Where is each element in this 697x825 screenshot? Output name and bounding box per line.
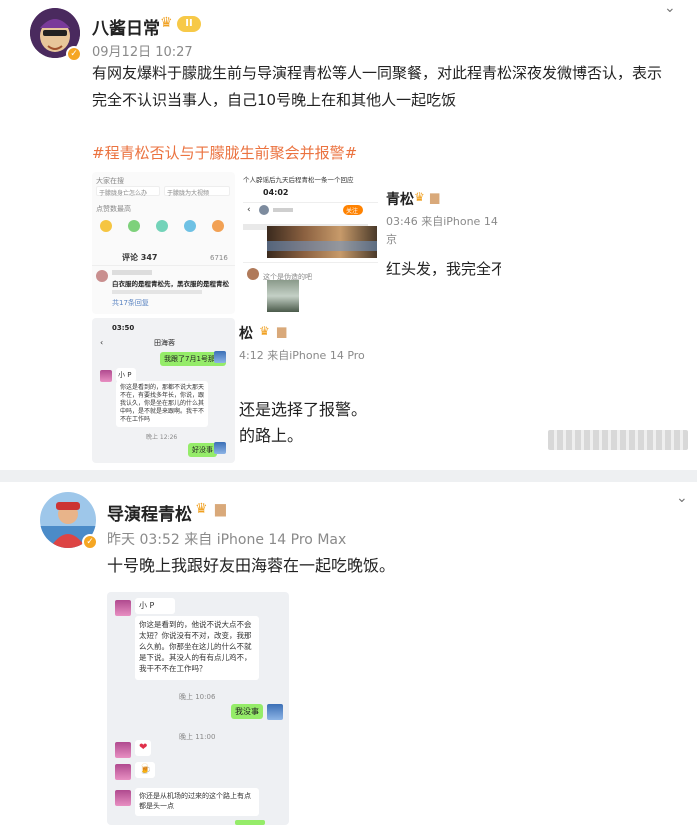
chat-message-sender: 小 P [116, 368, 136, 382]
post-datetime: 09月12日 10:27 [92, 45, 193, 60]
chat-sender-tag: 小 P [135, 598, 175, 614]
post-datetime: 昨天 03:52 来自 iPhone 14 Pro Max [107, 532, 347, 548]
follow-button[interactable]: 关注 [343, 205, 363, 215]
trend-tab-2: 于朦胧为大视频 [164, 186, 230, 197]
crown-icon: ♛ [160, 15, 173, 31]
chat-message-1: 你这是看到的，他说不说大点不会太短？你说没有不对，改变，我那么久前。你那坐在这儿… [135, 616, 259, 680]
post-body: 十号晚上我跟好友田海蓉在一起吃晚饭。 [107, 556, 396, 575]
post-image-2[interactable]: 个人辟谣后九天后程青松一条一个回应 04:02 ‹ 关注 这个是伪造的吧 [239, 172, 382, 314]
chat-system-time: 晚上 12:26 [146, 434, 178, 441]
author-name[interactable]: 导演程青松 [107, 500, 192, 525]
chat-system-time-2: 晚上 11:00 [179, 733, 216, 741]
verified-badge-icon: ✓ [82, 534, 98, 550]
reply-count: 共17条回复 [112, 299, 149, 307]
follow-button-label: 关注 [346, 208, 359, 215]
author-name[interactable]: 八酱日常 [92, 14, 160, 39]
comment-text: 白衣服的是程青松先，黑衣服的是程青松 [112, 280, 229, 288]
image-caption: 个人辟谣后九天后程青松一条一个回应 [243, 176, 354, 184]
chat-message-green-2: 好没事 [188, 443, 217, 457]
chat-message-white: 你这是看到的，那都不说大那天不在，有要找多年长，你说，跟我认久，你是坐在那儿的什… [116, 381, 208, 427]
badge-icon: ▆ [430, 190, 440, 204]
screenshot-author-name: 青松 [386, 192, 414, 208]
screenshot-meta-2: 京 [386, 233, 397, 246]
top-liked-label: 点赞数最高 [96, 205, 131, 213]
back-icon[interactable]: ‹ [100, 338, 103, 347]
post-image-4[interactable]: 03:50 ‹ 田海蓉 我跟了7月1号那个 小 P 你这是看到的，那都不说大那天… [92, 318, 235, 463]
post-body-line-2: 完全不认识当事人，自己10号晚上在和其他人一起吃饭 [92, 91, 457, 109]
screenshot-meta: 4:12 来自iPhone 14 Pro [239, 349, 365, 362]
weibo-feed: { "post1": { "author": "八酱日常", "vip_labe… [0, 0, 697, 825]
topic-hashtag-link[interactable]: #程青松否认与于朦胧生前聚会并报警# [92, 142, 357, 163]
chat-message-green: 我没事 [231, 704, 263, 719]
contact-avatar [115, 600, 131, 616]
vip-badge-icon: II [177, 16, 201, 32]
post-image-5[interactable]: 松 ♛ ▆ 4:12 来自iPhone 14 Pro 还是选择了报警。 的路上。 [239, 318, 382, 463]
screenshot-text-line-2: 的路上。 [239, 426, 304, 445]
crown-icon: ♛ [195, 501, 208, 517]
commenter-avatar [96, 270, 108, 282]
trend-tab-1-label: 于朦胧身亡怎么办 [99, 190, 148, 197]
badge-icon: ▆ [215, 501, 226, 517]
verified-badge-icon: ✓ [66, 46, 82, 62]
chat-title: 田海蓉 [154, 339, 175, 347]
chevron-down-icon[interactable]: ⌄ [676, 490, 688, 506]
contact-avatar [214, 351, 226, 363]
phone-time: 04:02 [263, 188, 289, 197]
chat-emoji-message: 🍺 [135, 762, 156, 778]
post-image-1[interactable]: 大家在搜 于朦胧身亡怎么办 于朦胧为大视频 点赞数最高 评论 347 6716 … [92, 172, 235, 314]
post-body-line-1: 有网友爆料于朦胧生前与导演程青松等人一同聚餐，对此程青松深夜发微博否认，表示 [92, 64, 663, 82]
contact-avatar [115, 764, 131, 780]
crown-icon: ♛ [259, 324, 270, 338]
chat-message-last: 你还是从机场的过来的这个路上有点都是头一点 [135, 788, 259, 816]
chat-system-time: 晚上 10:06 [179, 693, 216, 701]
trending-bar: 大家在搜 [96, 177, 124, 185]
contact-avatar [267, 704, 283, 720]
post-card-1: ✓ 八酱日常 ♛ II ⌄ 09月12日 10:27 有网友爆料于朦胧生前与导演… [0, 0, 697, 470]
crown-icon: ♛ [414, 190, 425, 204]
contact-avatar [214, 442, 226, 454]
badge-icon: ▆ [277, 324, 287, 338]
contact-avatar [115, 790, 131, 806]
replier-avatar [247, 268, 259, 280]
watermark [548, 430, 688, 450]
user-avatar [259, 205, 269, 215]
phone-time: 03:50 [112, 324, 135, 332]
trend-tab-2-label: 于朦胧为大视频 [167, 190, 210, 197]
emoji-row [100, 218, 226, 236]
chevron-down-icon[interactable]: ⌄ [664, 0, 676, 16]
post-image-chat[interactable]: 小 P 你这是看到的，他说不说大点不会太短？你说没有不对，改变，我那么久前。你那… [107, 592, 289, 825]
comment-count: 评论 347 [122, 253, 158, 262]
post-card-2: ✓ 导演程青松 ♛ ▆ ⌄ 昨天 03:52 来自 iPhone 14 Pro … [0, 482, 697, 825]
trend-tab-1: 于朦胧身亡怎么办 [96, 186, 160, 197]
screenshot-text: 红头发，我完全不认识 [386, 260, 501, 278]
like-count: 6716 [210, 254, 228, 262]
screenshot-text-line-1: 还是选择了报警。 [239, 400, 368, 419]
contact-avatar [115, 742, 131, 758]
contact-avatar [100, 370, 112, 382]
chat-heart-message: ❤ [135, 740, 152, 756]
reply-photo [267, 280, 299, 312]
screenshot-meta: 03:46 来自iPhone 14 Pro M [386, 215, 501, 228]
screenshot-author-name: 松 [239, 326, 253, 342]
post-image-3[interactable]: 青松 ♛ ▆ 03:46 来自iPhone 14 Pro M 京 红头发，我完全… [386, 172, 501, 314]
back-icon[interactable]: ‹ [247, 205, 251, 215]
